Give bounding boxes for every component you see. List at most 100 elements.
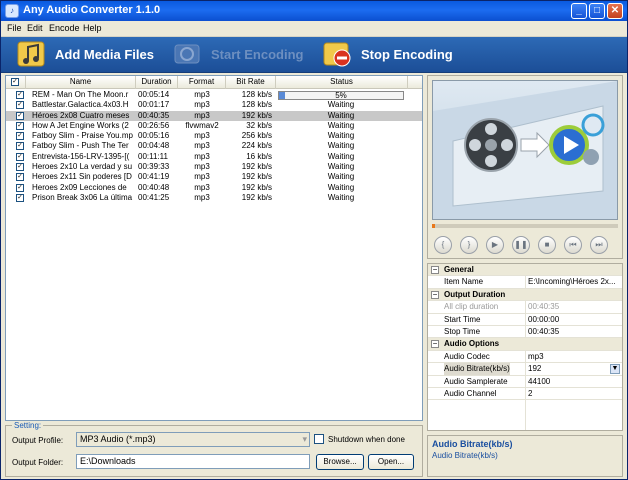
row-name: Entrevista-156-LRV-1395-[(	[32, 151, 130, 161]
output-folder-input[interactable]: E:\Downloads	[76, 454, 310, 469]
category-audio-options[interactable]: − Audio Options	[428, 338, 622, 351]
row-bitrate: 192 kb/s	[241, 172, 272, 182]
table-row[interactable]: ✓ REM - Man On The Moon.r 00:05:14 mp3 128 k…	[6, 90, 422, 100]
maximize-button[interactable]: □	[589, 3, 605, 19]
row-bitrate: 192 kb/s	[241, 110, 272, 120]
prop-start-time[interactable]: Start Time 00:00:00	[428, 314, 622, 326]
seek-bar-position[interactable]	[432, 224, 435, 228]
prop-audio-samplerate[interactable]: Audio Samplerate 44100	[428, 376, 622, 388]
check-all-checkbox[interactable]: ✓	[11, 78, 19, 86]
output-profile-value: MP3 Audio (*.mp3)	[80, 434, 156, 444]
setting-legend: Setting:	[12, 421, 44, 430]
header-bitrate[interactable]: Bit Rate	[226, 76, 276, 89]
menu-encode[interactable]: Encode	[49, 23, 80, 33]
stop-encoding-icon	[323, 42, 351, 67]
prop-audio-codec-key: Audio Codec	[444, 351, 490, 361]
row-checkbox[interactable]: ✓	[16, 132, 24, 141]
row-name: Héroes 2x08 Cuatro meses	[32, 110, 130, 120]
row-bitrate: 16 kb/s	[246, 151, 272, 161]
row-name: How A Jet Engine Works (2	[32, 120, 129, 130]
row-bitrate: 224 kb/s	[241, 141, 272, 151]
chevron-down-icon[interactable]: ▼	[610, 364, 620, 375]
prop-audio-channel-value: 2	[528, 389, 533, 398]
add-media-files-label: Add Media Files	[55, 47, 154, 62]
pause-icon[interactable]: ❚❚	[512, 236, 530, 254]
start-encoding-button[interactable]: Start Encoding	[173, 39, 313, 71]
row-format: mp3	[194, 151, 210, 161]
header-name[interactable]: Name	[26, 76, 136, 89]
row-progress-bar: 5%	[278, 91, 404, 100]
open-button[interactable]: Open...	[368, 454, 414, 470]
output-profile-select[interactable]: MP3 Audio (*.mp3) ▾	[76, 432, 310, 447]
category-output-duration[interactable]: − Output Duration	[428, 288, 622, 302]
row-checkbox[interactable]: ✓	[16, 173, 24, 182]
row-checkbox[interactable]: ✓	[16, 193, 24, 202]
row-duration: 00:11:11	[138, 151, 168, 161]
mark-out-icon[interactable]: }	[460, 236, 478, 254]
table-row[interactable]: ✓ Fatboy Slim - Push The Ter 00:04:48 mp3 22…	[6, 141, 422, 151]
menu-file[interactable]: File	[7, 23, 22, 33]
row-name: Fatboy Slim - Push The Ter	[32, 141, 129, 151]
menu-help[interactable]: Help	[83, 23, 102, 33]
prop-item-name[interactable]: Item Name E:\Incoming\Héroes 2x...	[428, 276, 622, 289]
table-row[interactable]: ✓ Fatboy Slim - Praise You.mp 00:05:16 mp3 2…	[6, 131, 422, 141]
table-row[interactable]: ✓ Battlestar.Galactica.4x03.H 00:01:17 mp3 1…	[6, 100, 422, 110]
list-rows: ✓ REM - Man On The Moon.r 00:05:14 mp3 128 k…	[6, 90, 422, 203]
header-format[interactable]: Format	[178, 76, 226, 89]
prop-item-name-value: E:\Incoming\Héroes 2x...	[528, 277, 616, 287]
header-duration[interactable]: Duration	[136, 76, 178, 89]
shutdown-checkbox[interactable]	[314, 434, 324, 444]
header-check-all[interactable]: ✓	[6, 76, 26, 89]
prop-audio-channel[interactable]: Audio Channel 2	[428, 388, 622, 401]
table-row[interactable]: ✓ Prison Break 3x06 La última 00:41:25 mp3 1…	[6, 193, 422, 203]
row-status: Waiting	[327, 100, 355, 110]
category-output-duration-label: Output Duration	[444, 289, 506, 299]
category-general[interactable]: − General	[428, 264, 622, 277]
prop-start-time-key: Start Time	[444, 314, 481, 324]
next-icon[interactable]: ⏭	[590, 236, 608, 254]
category-audio-options-label: Audio Options	[444, 339, 500, 349]
previous-icon[interactable]: ⏮	[564, 236, 582, 254]
description-title: Audio Bitrate(kb/s)	[432, 439, 513, 449]
collapse-icon[interactable]: −	[431, 290, 439, 299]
prop-audio-bitrate[interactable]: Audio Bitrate(kb/s) 192 ▼	[428, 363, 622, 376]
collapse-icon[interactable]: −	[431, 340, 439, 349]
table-row[interactable]: ✓ Héroes 2x08 Cuatro meses 00:40:35 mp3 192 …	[6, 110, 422, 121]
prop-audio-bitrate-value[interactable]: 192	[528, 363, 620, 375]
table-row[interactable]: ✓ Entrevista-156-LRV-1395-[( 00:11:11 mp3 16…	[6, 152, 422, 162]
seek-bar[interactable]	[432, 224, 618, 228]
header-status[interactable]: Status	[276, 76, 408, 89]
row-bitrate: 256 kb/s	[241, 131, 272, 141]
row-checkbox[interactable]: ✓	[16, 101, 24, 110]
app-icon: ♪	[5, 4, 19, 18]
row-checkbox[interactable]: ✓	[16, 183, 24, 192]
table-row[interactable]: ✓ Heroes 2x10 La verdad y su 00:39:33 mp3 19…	[6, 162, 422, 172]
minimize-button[interactable]: _	[571, 3, 587, 19]
collapse-icon[interactable]: −	[431, 266, 439, 274]
row-checkbox[interactable]: ✓	[16, 111, 24, 120]
file-list[interactable]: ✓ Name Duration Format Bit Rate Status ✓…	[5, 75, 423, 421]
row-duration: 00:41:19	[138, 172, 170, 182]
menu-edit[interactable]: Edit	[27, 23, 43, 33]
play-icon[interactable]: ▶	[486, 236, 504, 254]
row-checkbox[interactable]: ✓	[16, 152, 24, 161]
start-encoding-icon	[174, 44, 200, 64]
browse-button[interactable]: Browse...	[316, 454, 364, 470]
prop-stop-time[interactable]: Stop Time 00:40:35	[428, 326, 622, 339]
table-row[interactable]: ✓ Heroes 2x09 Lecciones de 00:40:48 mp3 192 …	[6, 183, 422, 193]
row-checkbox[interactable]: ✓	[16, 163, 24, 172]
row-checkbox[interactable]: ✓	[16, 121, 24, 130]
prop-audio-codec[interactable]: Audio Codec mp3	[428, 351, 622, 364]
table-row[interactable]: ✓ Heroes 2x11 Sin poderes [D 00:41:19 mp3 19…	[6, 172, 422, 182]
table-row[interactable]: ✓ How A Jet Engine Works (2 00:26:56 flvwma…	[6, 121, 422, 131]
stop-encoding-button[interactable]: Stop Encoding	[323, 39, 463, 71]
row-status: Waiting	[327, 110, 355, 120]
mark-in-icon[interactable]: {	[434, 236, 452, 254]
add-media-files-button[interactable]: Add Media Files	[17, 39, 167, 71]
row-checkbox[interactable]: ✓	[16, 91, 24, 99]
row-bitrate: 128 kb/s	[241, 90, 272, 99]
close-button[interactable]: ✕	[607, 3, 623, 19]
stop-icon[interactable]: ■	[538, 236, 556, 254]
row-checkbox[interactable]: ✓	[16, 142, 24, 151]
row-format: mp3	[194, 182, 210, 192]
